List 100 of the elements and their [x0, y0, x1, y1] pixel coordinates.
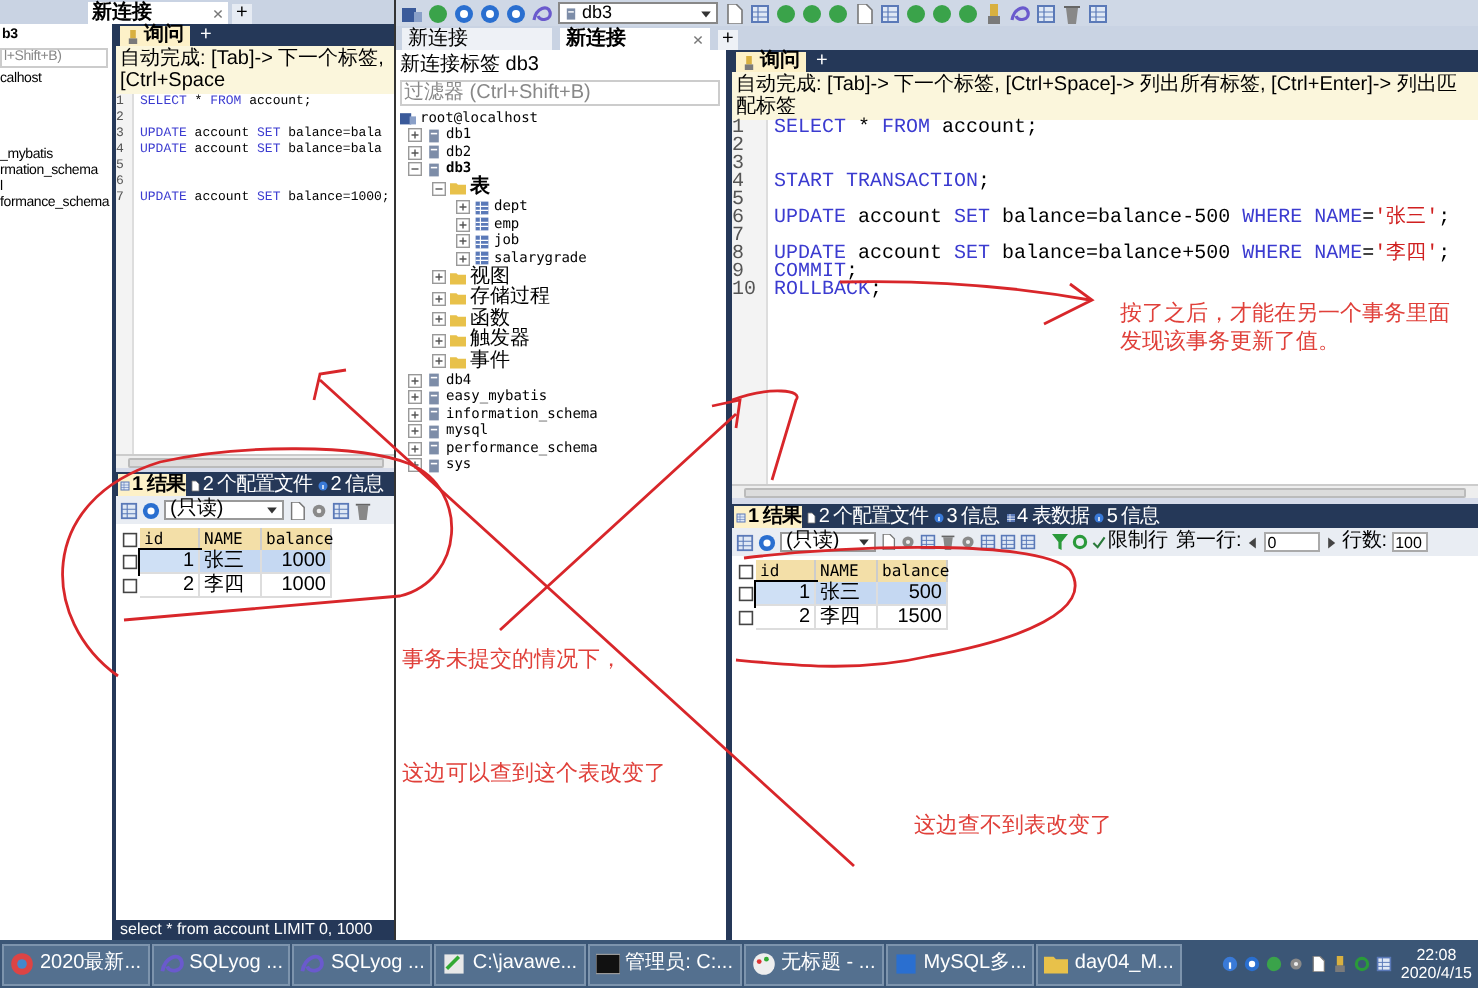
table-cell[interactable]: 张三	[200, 550, 262, 574]
grid-icon[interactable]	[1000, 534, 1016, 550]
expand-toggle-icon[interactable]	[432, 312, 446, 327]
checkbox[interactable]	[738, 610, 754, 626]
clock[interactable]: 22:08 2020/4/15	[1400, 946, 1476, 982]
tray-icon[interactable]	[1222, 956, 1239, 972]
close-icon[interactable]	[212, 7, 224, 19]
limit-rows-checkbox[interactable]: 限制行	[1092, 532, 1168, 552]
taskbar-button[interactable]: C:\javawe...	[434, 943, 586, 985]
result-tab[interactable]: 2 信息	[316, 474, 386, 496]
refresh-icon[interactable]	[758, 533, 776, 551]
expand-toggle-icon[interactable]	[432, 354, 446, 369]
table-cell[interactable]: 李四	[200, 574, 262, 598]
new-tab-button[interactable]: +	[718, 30, 738, 50]
expand-toggle-icon[interactable]	[456, 234, 470, 249]
grid-icon[interactable]	[1020, 534, 1036, 550]
result-tab[interactable]: 1 结果	[734, 506, 803, 528]
result-tab[interactable]: 5 信息	[1092, 506, 1162, 528]
filter-icon[interactable]	[1052, 534, 1068, 550]
circle-icon[interactable]	[454, 3, 474, 23]
taskbar-button[interactable]: 管理员: C:...	[587, 943, 741, 985]
column-header[interactable]: NAME	[200, 528, 262, 550]
trash-icon[interactable]	[940, 534, 956, 550]
tree-item[interactable]: 表	[470, 178, 490, 199]
result-tab[interactable]: 3 信息	[932, 506, 1002, 528]
toolbar-icon[interactable]	[1062, 3, 1082, 23]
refresh-icon[interactable]	[1072, 534, 1088, 550]
new-tab-button[interactable]: +	[196, 26, 216, 46]
toolbar-icon[interactable]	[1088, 3, 1108, 23]
column-header[interactable]: id	[140, 528, 200, 550]
checkbox[interactable]	[122, 578, 138, 594]
checkbox[interactable]	[738, 586, 754, 602]
taskbar-button[interactable]: 无标题 - ...	[743, 943, 884, 985]
circle-icon[interactable]	[506, 3, 526, 23]
toolbar-icon[interactable]	[1010, 3, 1030, 23]
trash-icon[interactable]	[354, 501, 372, 519]
tree-item[interactable]: 事件	[470, 351, 510, 372]
grid-icon[interactable]	[736, 533, 754, 551]
expand-toggle-icon[interactable]	[408, 424, 422, 439]
new-tab-button[interactable]: +	[812, 52, 832, 72]
document-icon[interactable]	[880, 534, 896, 550]
taskbar-button[interactable]: SQLyog ...	[151, 943, 291, 985]
taskbar-button[interactable]: SQLyog ...	[292, 943, 433, 985]
column-header[interactable]: balance	[878, 560, 948, 582]
checkbox[interactable]	[738, 563, 754, 579]
new-tab-button[interactable]: +	[232, 4, 252, 24]
server-icon[interactable]	[402, 3, 422, 23]
table-cell[interactable]: 1500	[878, 606, 948, 630]
column-header[interactable]: NAME	[816, 560, 878, 582]
first-row-field[interactable]: 0	[1263, 532, 1320, 552]
table-cell[interactable]: 李四	[816, 606, 878, 630]
taskbar-button[interactable]: day04_M...	[1036, 943, 1182, 985]
gear-icon[interactable]	[310, 501, 328, 519]
expand-toggle-icon[interactable]	[408, 373, 422, 388]
filter-field[interactable]: 过滤器 (Ctrl+Shift+B)	[400, 80, 720, 106]
expand-toggle-icon[interactable]	[408, 407, 422, 422]
next-icon[interactable]	[1323, 535, 1338, 549]
result-tab[interactable]: 1 结果	[118, 474, 187, 496]
expand-toggle-icon[interactable]	[408, 128, 422, 143]
table-cell[interactable]: 2	[140, 574, 200, 598]
grid-icon[interactable]	[980, 534, 996, 550]
expand-toggle-icon[interactable]	[432, 181, 446, 196]
document-icon[interactable]	[288, 501, 306, 519]
row-count-field[interactable]: 100	[1391, 532, 1428, 552]
column-header[interactable]: id	[756, 560, 816, 582]
previous-icon[interactable]	[1245, 535, 1260, 549]
expand-toggle-icon[interactable]	[432, 333, 446, 348]
result-tab[interactable]: 2 个配置文件	[804, 506, 931, 528]
gear-icon[interactable]	[900, 534, 916, 550]
checkbox[interactable]	[122, 531, 138, 547]
tree-item[interactable]: 视图	[470, 267, 510, 288]
expand-toggle-icon[interactable]	[408, 390, 422, 405]
expand-toggle-icon[interactable]	[408, 162, 422, 177]
circle-icon[interactable]	[480, 3, 500, 23]
tree-item[interactable]: 存储过程	[470, 288, 550, 309]
toolbar-icon[interactable]	[880, 3, 900, 23]
connection-tab[interactable]: 新连接	[402, 28, 552, 50]
tree-item[interactable]: 触发器	[470, 330, 530, 351]
mode-dropdown[interactable]: (只读)	[164, 500, 284, 520]
query-tab[interactable]: 询问	[120, 26, 190, 46]
gear-icon[interactable]	[960, 534, 976, 550]
table-cell[interactable]: 1	[756, 582, 816, 606]
toolbar-icon[interactable]	[984, 3, 1004, 23]
expand-toggle-icon[interactable]	[432, 291, 446, 306]
database-dropdown[interactable]: db3	[558, 2, 718, 24]
table-cell[interactable]: 500	[878, 582, 948, 606]
close-icon[interactable]	[692, 33, 704, 45]
horizontal-scrollbar[interactable]	[744, 487, 1466, 497]
query-tab[interactable]: 询问	[736, 52, 806, 72]
expand-toggle-icon[interactable]	[456, 200, 470, 215]
grid-icon[interactable]	[332, 501, 350, 519]
tray-icon[interactable]	[1376, 956, 1393, 972]
table-cell[interactable]: 1000	[262, 574, 332, 598]
horizontal-scrollbar[interactable]	[128, 457, 384, 467]
expand-toggle-icon[interactable]	[408, 145, 422, 160]
expand-toggle-icon[interactable]	[456, 251, 470, 266]
table-cell[interactable]: 张三	[816, 582, 878, 606]
expand-toggle-icon[interactable]	[432, 270, 446, 285]
table-cell[interactable]: 2	[756, 606, 816, 630]
toolbar-icon[interactable]	[750, 3, 770, 23]
